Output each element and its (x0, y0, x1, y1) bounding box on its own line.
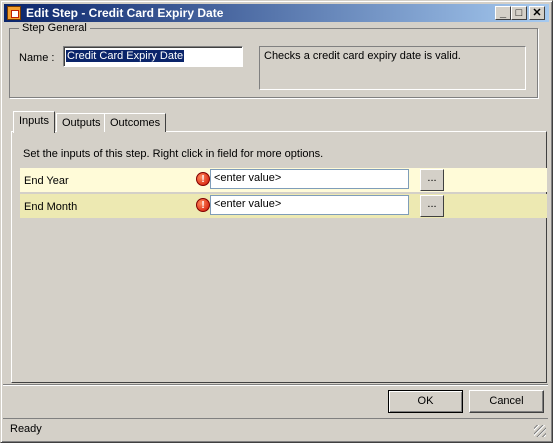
description-box: Checks a credit card expiry date is vali… (259, 46, 526, 90)
end-month-browse-button[interactable]: ... (420, 195, 444, 217)
name-input[interactable]: Credit Card Expiry Date (63, 46, 243, 67)
tab-outputs[interactable]: Outputs (56, 113, 107, 132)
warning-icon: ! (196, 172, 210, 186)
name-label: Name : (19, 52, 55, 64)
maximize-button[interactable]: □ (511, 6, 527, 20)
name-input-value: Credit Card Expiry Date (66, 50, 185, 62)
ok-button[interactable]: OK (388, 390, 463, 413)
tab-inputs[interactable]: Inputs (13, 111, 55, 133)
status-text: Ready (10, 423, 42, 435)
end-year-input[interactable]: <enter value> (210, 169, 409, 189)
window-title: Edit Step - Credit Card Expiry Date (26, 6, 224, 20)
resize-grip-icon[interactable] (534, 425, 546, 437)
end-month-label: End Month (24, 201, 78, 213)
input-row-end-year: End Year ! <enter value> ... (20, 168, 547, 192)
status-bar: Ready (3, 418, 548, 439)
tab-outcomes[interactable]: Outcomes (104, 113, 167, 132)
input-row-end-month: End Month ! <enter value> ... (20, 194, 547, 218)
title-bar[interactable]: Edit Step - Credit Card Expiry Date _ □ … (4, 4, 549, 22)
step-general-label: Step General (19, 22, 90, 34)
warning-icon: ! (196, 198, 210, 212)
inputs-instructions: Set the inputs of this step. Right click… (23, 148, 324, 160)
close-button[interactable]: ✕ (529, 6, 545, 20)
end-month-input[interactable]: <enter value> (210, 195, 409, 215)
app-icon (7, 6, 21, 20)
footer-divider (3, 384, 548, 386)
cancel-button[interactable]: Cancel (469, 390, 544, 413)
minimize-button[interactable]: _ (495, 6, 511, 20)
end-year-label: End Year (24, 175, 69, 187)
end-year-browse-button[interactable]: ... (420, 169, 444, 191)
